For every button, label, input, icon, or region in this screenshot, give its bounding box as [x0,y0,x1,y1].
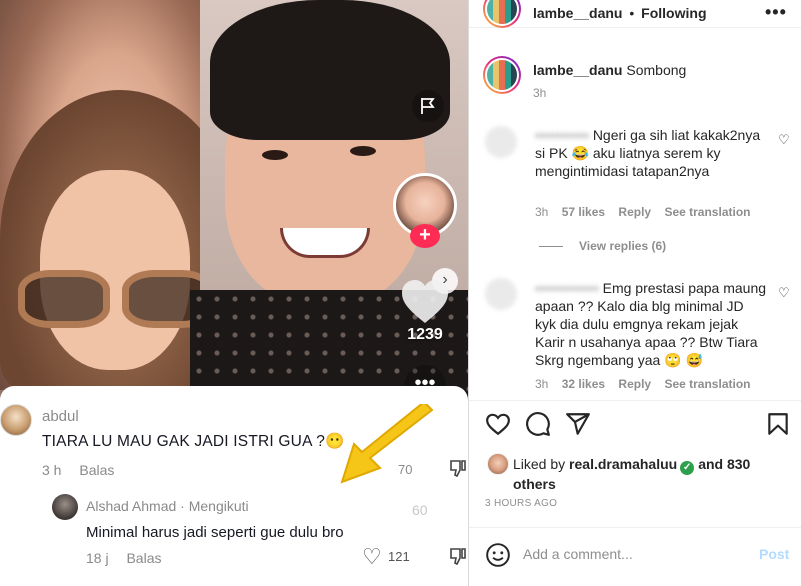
share-icon[interactable] [565,411,591,437]
follow-status-button[interactable]: Following [641,5,706,21]
header-separator: • [629,5,635,21]
caption-time: 3h [533,86,547,100]
liked-by-prefix: Liked by [513,456,566,472]
reply-link[interactable]: Balas [126,550,161,566]
caption-text: Sombong [626,62,687,78]
comment-item: ••••••••••• Ngeri ga sih liat kakak2nya … [535,126,767,180]
like-heart-icon[interactable] [400,278,450,326]
reply-like-count: 121 [388,549,410,564]
dislike-icon[interactable] [448,458,468,480]
reply-time: 18 j [86,550,109,566]
comment-time: 3h [535,205,549,219]
faded-count: 60 [412,502,428,518]
man-hair [210,0,450,140]
emoji-icon[interactable] [485,542,511,568]
reply-button[interactable]: Reply [618,205,651,219]
comment-likes[interactable]: 57 likes [562,205,605,219]
view-replies-label: View replies (6) [579,239,667,253]
man-eye-left [262,150,288,160]
comment-meta: 3h 32 likes Reply See translation [535,377,760,391]
yellow-arrow-annotation [340,404,434,484]
reply-like-icon[interactable]: ♡ [362,544,382,570]
man-eye-right [350,146,376,156]
caption: lambe__danu Sombong [533,62,686,78]
commenter-avatar[interactable] [0,404,32,436]
post-media[interactable]: + › 1239 ••• abdul TIARA LU MAU GAK JADI… [0,0,468,586]
report-flag-icon[interactable] [412,90,444,122]
instagram-panel: lambe__danu • Following ••• lambe__danu … [468,0,801,586]
reply-link[interactable]: Balas [79,462,114,478]
like-heart-icon[interactable] [485,411,511,437]
commenter-avatar[interactable] [485,278,517,310]
verified-badge-icon: ✓ [680,461,695,475]
dislike-icon[interactable] [448,546,468,568]
reply-text: Minimal harus jadi seperti gue dulu bro [86,524,344,541]
caption-avatar[interactable] [483,56,521,94]
comment-meta: 3 h Balas [42,462,128,478]
comment-item: ••••••••••••• Emg prestasi papa maung ap… [535,279,767,369]
comment-time: 3h [535,377,549,391]
comment-input[interactable] [523,546,743,562]
follow-plus-icon[interactable]: + [410,224,440,248]
comment-icon[interactable] [525,411,551,437]
see-translation-link[interactable]: See translation [664,205,750,219]
liker-avatar[interactable] [487,453,509,475]
comment-like-icon[interactable]: ♡ [778,132,790,148]
sunglasses [18,270,218,332]
account-avatar[interactable] [483,0,521,28]
action-bar [469,400,801,444]
reply-button[interactable]: Reply [618,377,651,391]
commenter-username[interactable]: ••••••••••••• [535,280,599,296]
comment-like-icon[interactable]: ♡ [778,285,790,301]
comment-text: TIARA LU MAU GAK JADI ISTRI GUA ?😶 [42,433,345,450]
see-translation-link[interactable]: See translation [664,377,750,391]
reply-author-name[interactable]: Alshad Ahmad · Mengikuti [86,498,249,514]
bookmark-icon[interactable] [765,411,791,437]
post-header: lambe__danu • Following ••• [469,0,801,28]
view-replies-link[interactable]: View replies (6) [539,239,666,253]
reply-avatar[interactable] [52,494,78,520]
header-username[interactable]: lambe__danu [533,5,622,21]
caption-username[interactable]: lambe__danu [533,62,622,78]
commenter-username[interactable]: ••••••••••• [535,127,589,143]
commenter-avatar[interactable] [485,126,517,158]
header-user-line: lambe__danu • Following [533,5,707,21]
comment-likes[interactable]: 32 likes [562,377,605,391]
post-timestamp[interactable]: 3 HOURS AGO [485,498,557,509]
comment-meta: 3h 57 likes Reply See translation [535,205,760,219]
like-count: 1239 [407,326,443,343]
more-options-icon[interactable]: ••• [765,2,787,23]
add-comment-bar: Post [469,527,801,586]
reply-meta: 18 j Balas [86,550,176,566]
comment-time: 3 h [42,462,62,478]
commenter-name[interactable]: abdul [42,408,79,425]
liked-by-username[interactable]: real.dramahaluu [569,456,677,472]
post-comment-button[interactable]: Post [759,546,789,562]
liked-by-line: Liked by real.dramahaluu ✓ and 830 others [513,455,783,493]
